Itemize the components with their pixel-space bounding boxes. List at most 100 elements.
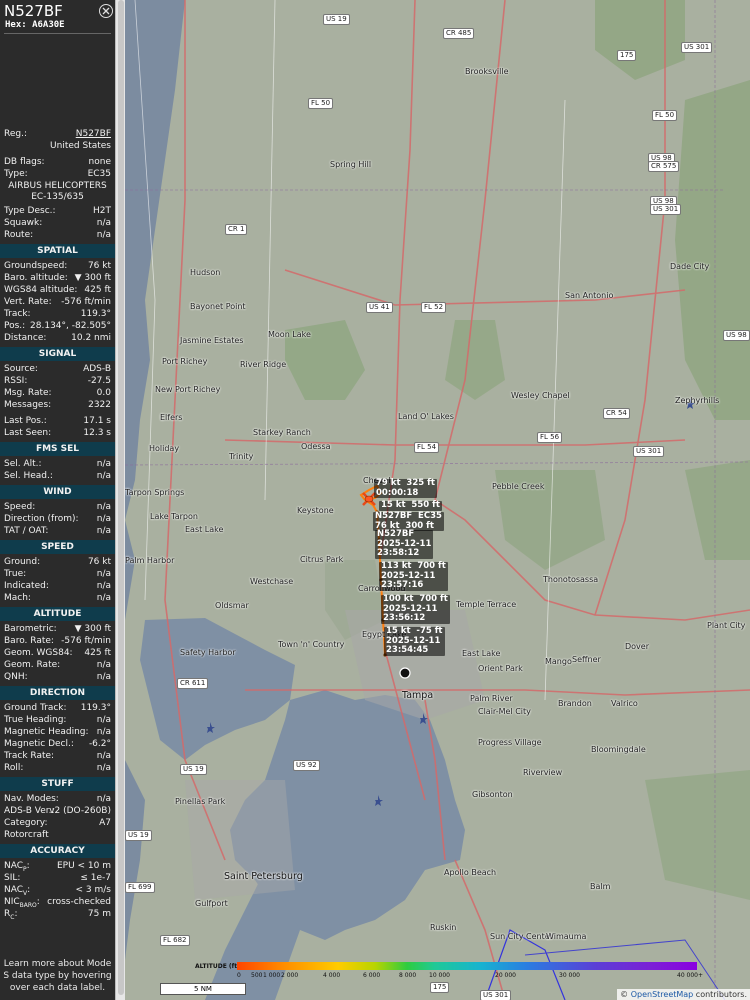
wind-direction-value: n/a (96, 514, 111, 524)
squawk-value: n/a (96, 218, 111, 228)
wgs84-altitude-label: WGS84 altitude: (4, 285, 78, 295)
track-label-speed: 15 kt 550 ft (379, 500, 442, 511)
route-label: Route: (4, 230, 34, 240)
country-row: United States (0, 140, 115, 152)
altitude-legend: ALTITUDE (ft) 0 500 1 000 2 000 4 000 6 000 8 … (195, 961, 703, 985)
barometric-row: Barometric: ▼ 300 ft (0, 623, 115, 635)
dbflags-row: DB flags: none (0, 156, 115, 168)
place-label: Mango (545, 657, 572, 666)
track-rate-label: Track Rate: (4, 751, 55, 761)
map-view[interactable]: Brooksville Spring Hill Hudson Bayonet Poin… (125, 0, 750, 1000)
geom-rate-value: n/a (96, 660, 111, 670)
section-altitude[interactable]: ALTITUDE (0, 607, 115, 621)
true-speed-row: True: n/a (0, 568, 115, 580)
section-accuracy[interactable]: ACCURACY (0, 844, 115, 858)
dbflags-label: DB flags: (4, 157, 45, 167)
legend-tick-label: 30 000 (559, 972, 580, 979)
place-label: Plant City (707, 621, 746, 630)
place-label: Valrico (611, 699, 638, 708)
road-shield: US 19 (180, 764, 207, 775)
place-label: Keystone (297, 506, 334, 515)
nacp-value: EPU < 10 m (56, 861, 111, 871)
qnh-label: QNH: (4, 672, 28, 682)
baro-rate-value: -576 ft/min (61, 636, 111, 646)
ground-track-value: 119.3° (80, 703, 111, 713)
section-signal[interactable]: SIGNAL (0, 347, 115, 361)
category-label: Category: (4, 818, 48, 828)
place-label: Ruskin (430, 923, 457, 932)
road-shield: CR 575 (648, 161, 680, 172)
messages-row: Messages: 2322 (0, 399, 115, 411)
type-label: Type: (4, 169, 28, 179)
adsb-version-row: ADS-B Ver.: v2 (DO-260B) (0, 805, 115, 817)
osm-link[interactable]: OpenStreetMap (631, 990, 694, 999)
road-shield: US 19 (323, 14, 350, 25)
legend-tick-label: 8 000 (399, 972, 417, 979)
sel-head-value: n/a (96, 471, 111, 481)
road-shield: FL 50 (308, 98, 334, 109)
section-spatial[interactable]: SPATIAL (0, 244, 115, 258)
receiver-marker (399, 667, 411, 679)
vert-rate-value: -576 ft/min (61, 297, 111, 307)
nav-modes-label: Nav. Modes: (4, 794, 59, 804)
wind-speed-value: n/a (96, 502, 111, 512)
source-value: ADS-B (83, 364, 111, 374)
sel-head-label: Sel. Head.: (4, 471, 53, 481)
last-seen-row: Last Seen: 12.3 s (0, 427, 115, 439)
road-shield: US 92 (293, 760, 320, 771)
vert-rate-row: Vert. Rate: -576 ft/min (0, 296, 115, 308)
reg-link[interactable]: N527BF (76, 129, 111, 139)
roll-label: Roll: (4, 763, 24, 773)
place-label: Palm River (470, 694, 513, 703)
type-full-name: AIRBUS HELICOPTERS EC-135/635 (8, 181, 107, 202)
last-seen-label: Last Seen: (4, 428, 52, 438)
place-label: Elfers (160, 413, 183, 422)
squawk-row: Squawk: n/a (0, 217, 115, 229)
place-label: Temple Terrace (456, 600, 517, 609)
close-icon[interactable] (99, 4, 113, 18)
road-shield: CR 1 (225, 224, 248, 235)
section-wind[interactable]: WIND (0, 485, 115, 499)
rssi-label: RSSI: (4, 376, 28, 386)
wgs84-altitude-row: WGS84 altitude: 425 ft (0, 284, 115, 296)
roll-value: n/a (96, 763, 111, 773)
road-shield: FL 56 (537, 432, 563, 443)
true-heading-value: n/a (96, 715, 111, 725)
place-label: East Lake (185, 525, 224, 534)
scrollbar-thumb[interactable] (118, 0, 124, 995)
distance-label: Distance: (4, 333, 47, 343)
road-shield: 175 (617, 50, 637, 61)
place-label: Riverview (523, 768, 563, 777)
place-label: Land O' Lakes (398, 412, 454, 421)
road-shield: FL 50 (652, 110, 678, 121)
qnh-row: QNH: n/a (0, 671, 115, 683)
wind-speed-row: Speed: n/a (0, 501, 115, 513)
baro-rate-label: Baro. Rate: (4, 636, 54, 646)
messages-label: Messages: (4, 400, 52, 410)
ground-speed-value: 76 kt (87, 557, 111, 567)
place-label: Town 'n' Country (278, 640, 345, 649)
wind-direction-label: Direction (from): (4, 514, 79, 524)
section-speed[interactable]: SPEED (0, 540, 115, 554)
place-label: Clair-Mel City (478, 707, 531, 716)
typedesc-value: H2T (93, 206, 111, 216)
position-value: 28.134°, -82.505° (30, 321, 111, 331)
section-stuff[interactable]: STUFF (0, 777, 115, 791)
altitude-color-bar (237, 962, 697, 970)
section-direction[interactable]: DIRECTION (0, 686, 115, 700)
road-shield: FL 682 (160, 935, 190, 946)
place-label: Wimauma (546, 932, 587, 941)
legend-tick-label: 2 000 (281, 972, 299, 979)
track-rate-value: n/a (96, 751, 111, 761)
track-value: 119.3° (80, 309, 111, 319)
road-shield: US 98 (723, 330, 750, 341)
nicbaro-row: NICBARO: cross-checked (0, 896, 115, 909)
vert-rate-label: Vert. Rate: (4, 297, 52, 307)
true-speed-value: n/a (96, 569, 111, 579)
geom-rate-row: Geom. Rate: n/a (0, 659, 115, 671)
road-shield: US 301 (650, 204, 682, 215)
section-fms-sel[interactable]: FMS SEL (0, 442, 115, 456)
place-label: Trinity (229, 452, 254, 461)
tat-oat-label: TAT / OAT: (4, 526, 49, 536)
legend-tick-label: 40 000+ (677, 972, 704, 979)
